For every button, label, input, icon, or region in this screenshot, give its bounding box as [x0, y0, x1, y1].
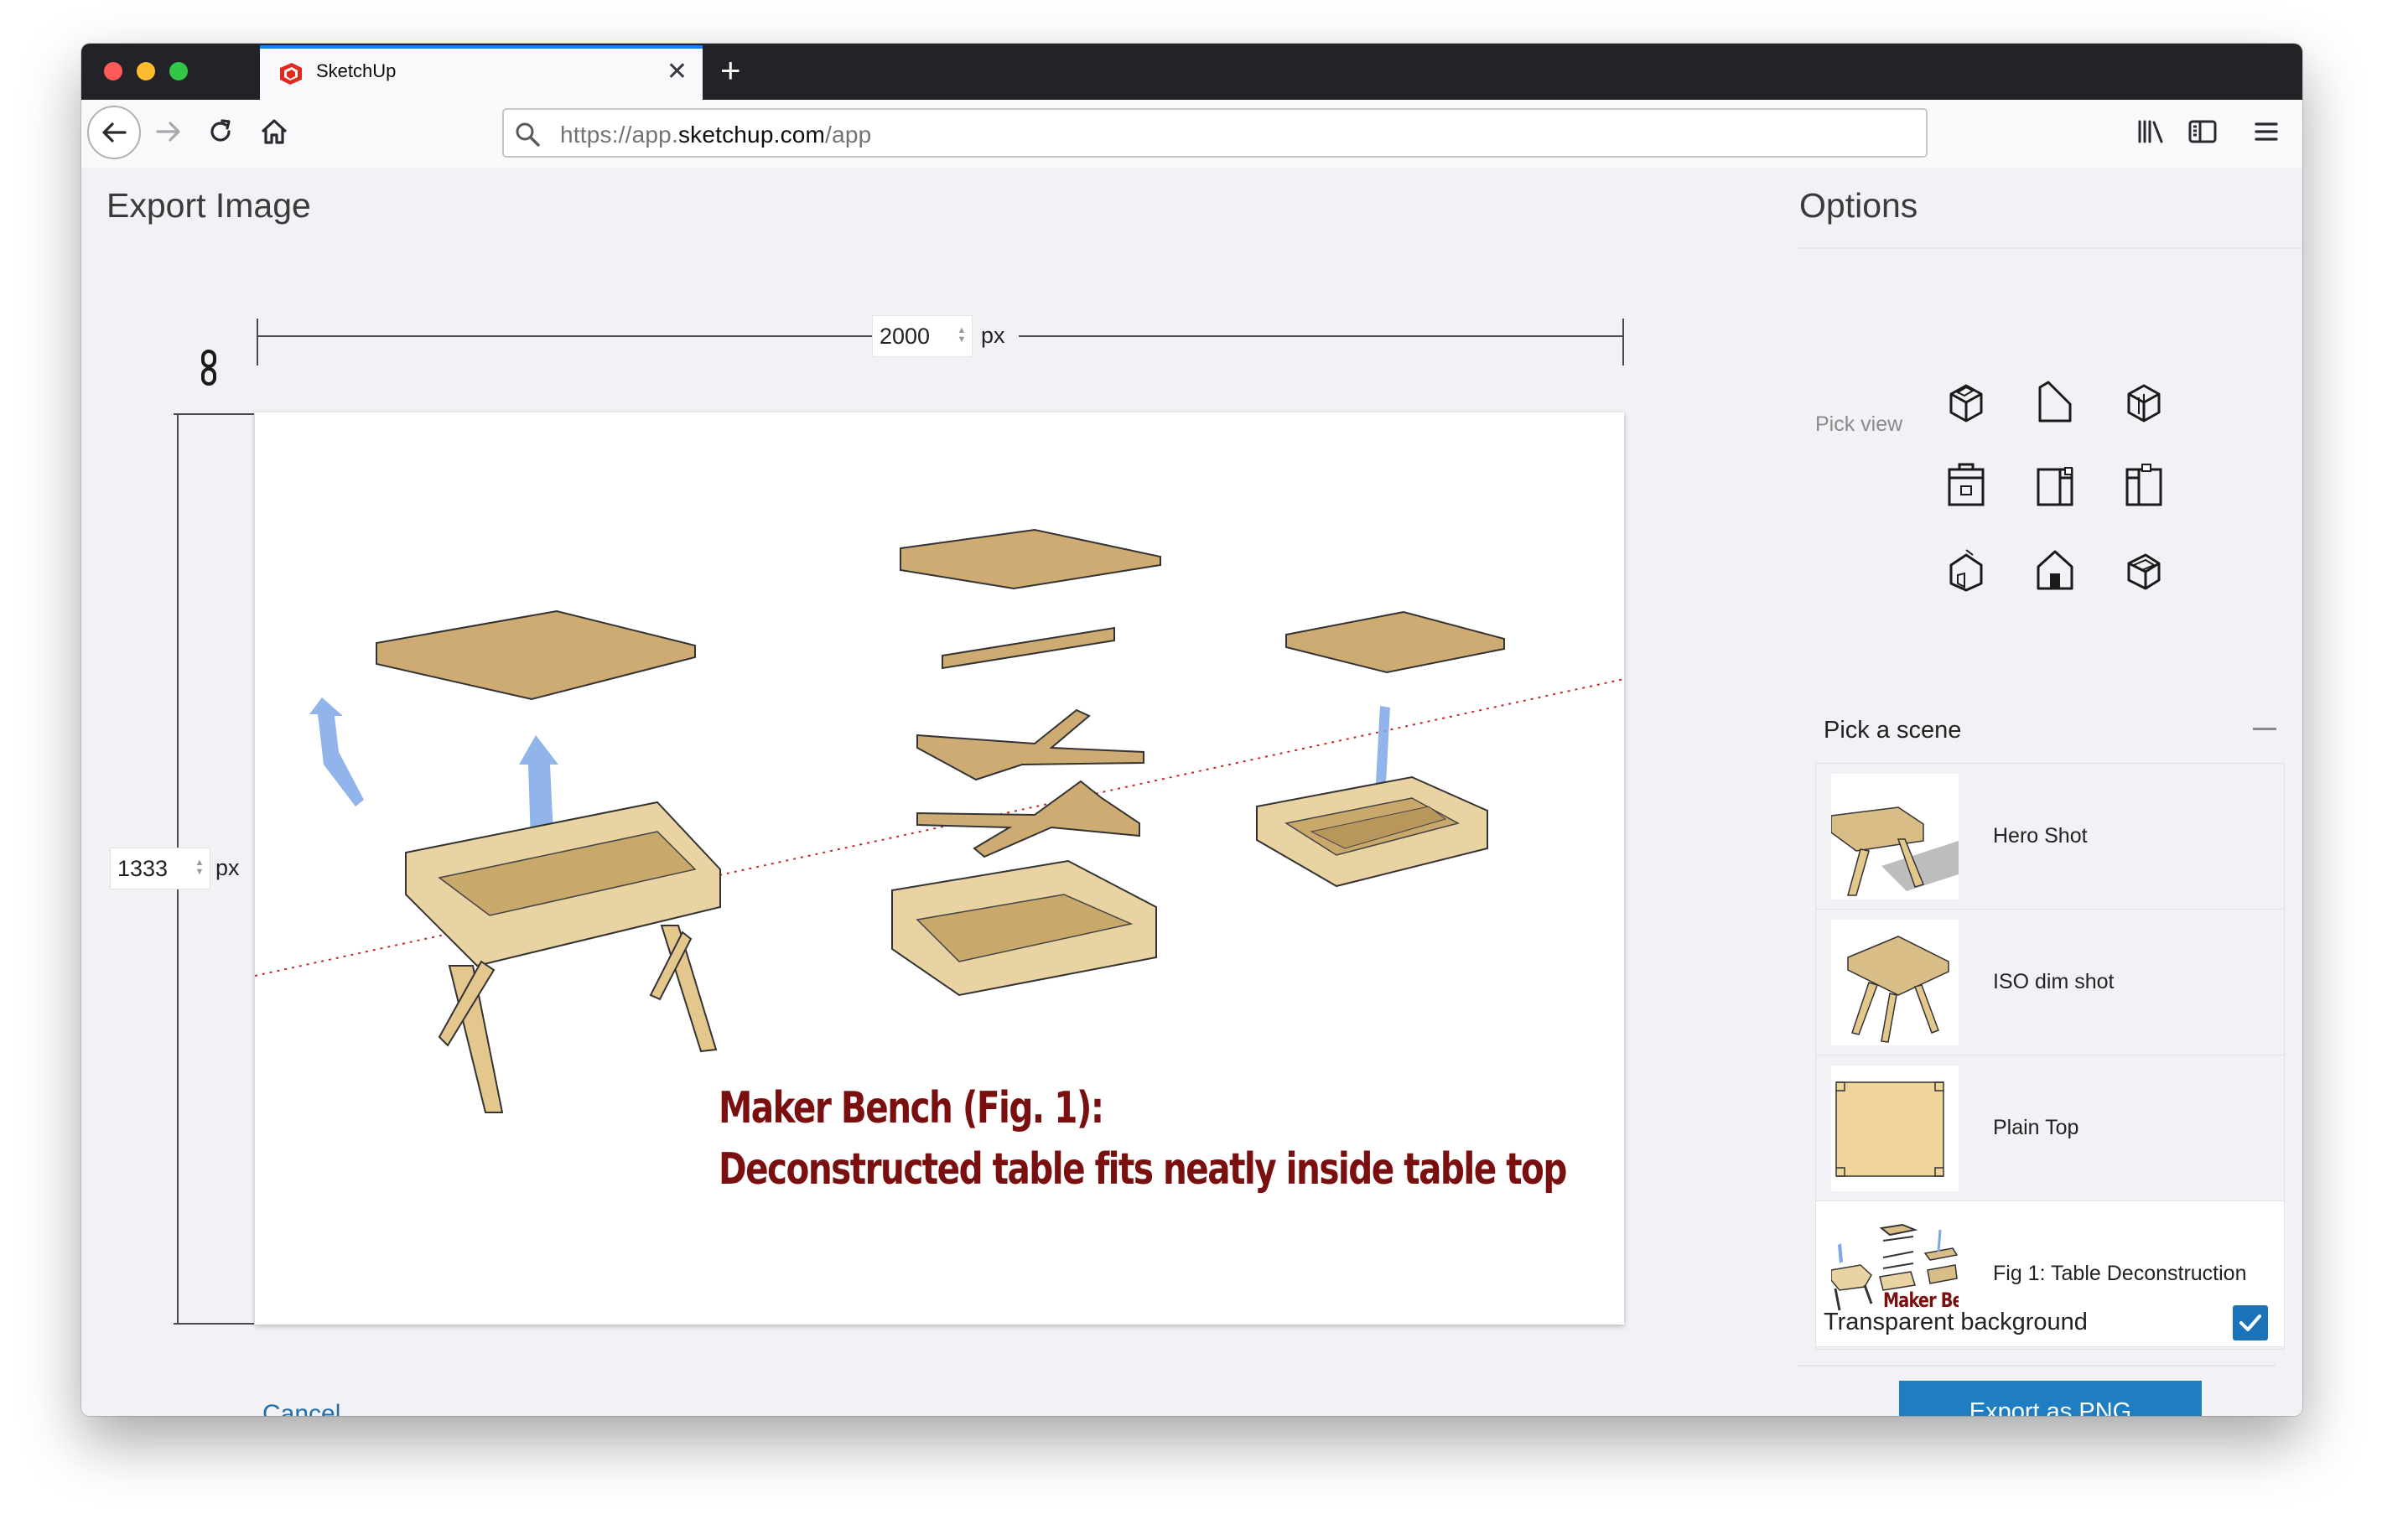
caption-line-1: Maker Bench (Fig. 1):	[719, 1083, 1104, 1133]
forward-button[interactable]	[145, 108, 192, 155]
export-preview-canvas: Maker Bench (Fig. 1): Deconstructed tabl…	[254, 412, 1625, 1325]
width-unit-box: px	[973, 315, 1019, 357]
scene-name: Hero Shot	[1993, 824, 2088, 848]
sketchup-page: Export Image Options 2000 ▲ ▼ px 1333 ▲ ▼ …	[81, 168, 2302, 1416]
perspective-view-icon	[2037, 550, 2073, 590]
width-tick-right	[1622, 319, 1624, 366]
options-bottom-divider	[1798, 1365, 2276, 1366]
scene-item-iso-dim-shot[interactable]: ISO dim shot	[1816, 910, 2284, 1055]
tab-title: SketchUp	[316, 60, 397, 81]
iso-view-button[interactable]	[1939, 374, 1993, 428]
height-stepper-icon[interactable]: ▲ ▼	[195, 858, 205, 879]
options-divider	[1798, 247, 2302, 249]
checkmark-icon	[2239, 1314, 2261, 1331]
url-text: https://app.sketchup.com/app	[560, 122, 871, 148]
menu-button[interactable]	[2243, 108, 2290, 155]
height-tick-bottom	[174, 1323, 254, 1325]
width-tick-left	[257, 319, 258, 366]
url-prefix: https://app.	[560, 122, 678, 148]
scene-thumbnail	[1831, 920, 1959, 1045]
new-tab-icon[interactable]: +	[720, 50, 741, 91]
sidebar-button[interactable]	[2179, 108, 2226, 155]
back-view-button[interactable]	[2028, 458, 2082, 511]
pick-scene-label: Pick a scene	[1824, 717, 1962, 744]
width-value: 2000	[880, 324, 931, 349]
bottom-view-icon	[1949, 549, 1983, 592]
axon-view-icon	[2127, 553, 2161, 590]
library-button[interactable]	[2127, 108, 2174, 155]
scene-thumbnail	[1831, 1066, 1959, 1191]
library-icon	[2138, 120, 2163, 143]
front-view-icon	[2127, 384, 2161, 423]
lock-ratio-icon[interactable]	[200, 349, 218, 387]
transparent-background-label: Transparent background	[1824, 1309, 2088, 1335]
scene-list: Hero Shot ISO dim shot Plain Top Maker B…	[1815, 763, 2285, 1350]
height-unit: px	[215, 855, 240, 880]
scene-name: Plain Top	[1993, 1116, 2079, 1139]
height-unit-box: px	[210, 848, 257, 889]
height-input[interactable]: 1333 ▲ ▼	[110, 848, 210, 889]
top-view-icon	[2038, 381, 2072, 423]
scene-name: Fig 1: Table Deconstruction	[1993, 1262, 2247, 1285]
height-value: 1333	[117, 856, 169, 881]
home-button[interactable]	[251, 108, 298, 155]
title-bar: SketchUp ✕ +	[81, 44, 2302, 100]
scene-thumbnail	[1831, 774, 1959, 900]
minimize-window-button[interactable]	[137, 62, 155, 80]
back-button[interactable]	[87, 106, 141, 159]
search-icon	[516, 122, 540, 147]
collapse-scenes-icon[interactable]	[2253, 728, 2276, 730]
width-unit: px	[981, 323, 1005, 348]
scene-name: ISO dim shot	[1993, 970, 2115, 993]
reload-icon	[210, 119, 231, 142]
pick-view-label: Pick view	[1815, 412, 1903, 436]
url-path: /app	[825, 122, 872, 148]
caption-line-2: Deconstructed table fits neatly inside t…	[719, 1144, 1567, 1195]
scene-item-plain-top[interactable]: Plain Top	[1816, 1055, 2284, 1201]
close-window-button[interactable]	[104, 62, 122, 80]
menu-icon	[2255, 122, 2278, 141]
left-view-icon	[2125, 464, 2162, 506]
browser-window: SketchUp ✕ + https://app.sketchup.com/ap…	[81, 44, 2302, 1416]
sketchup-logo-icon	[280, 63, 302, 85]
browser-toolbar: https://app.sketchup.com/app	[81, 100, 2302, 169]
height-tick-top	[174, 413, 254, 415]
tab-close-icon[interactable]: ✕	[667, 57, 688, 87]
front-view-button[interactable]	[2117, 374, 2171, 428]
width-stepper-icon[interactable]: ▲ ▼	[957, 326, 967, 346]
url-domain: sketchup.com	[677, 122, 826, 148]
top-view-button[interactable]	[2028, 374, 2082, 428]
reload-button[interactable]	[197, 108, 244, 155]
cancel-button[interactable]: Cancel	[262, 1400, 340, 1416]
options-title: Options	[1799, 186, 1918, 225]
back-icon	[102, 122, 127, 143]
right-view-button[interactable]	[1939, 458, 1993, 511]
browser-tab[interactable]: SketchUp ✕	[260, 45, 703, 100]
export-as-png-button[interactable]: Export as PNG	[1899, 1381, 2202, 1416]
home-icon	[261, 119, 288, 144]
bottom-view-button[interactable]	[1939, 542, 1993, 595]
left-view-button[interactable]	[2117, 458, 2171, 511]
width-input[interactable]: 2000 ▲ ▼	[872, 315, 973, 357]
perspective-view-button[interactable]	[2028, 542, 2082, 595]
iso-view-icon	[1949, 384, 1983, 423]
transparent-background-checkbox[interactable]	[2233, 1305, 2268, 1340]
export-image-title: Export Image	[106, 186, 311, 225]
maximize-window-button[interactable]	[169, 62, 188, 80]
sidebar-icon	[2188, 120, 2217, 143]
scene-item-hero-shot[interactable]: Hero Shot	[1816, 764, 2284, 910]
back-view-icon	[2037, 467, 2073, 506]
axon-view-button[interactable]	[2117, 542, 2171, 595]
forward-icon	[156, 122, 180, 142]
right-view-icon	[1948, 463, 1985, 506]
address-bar[interactable]: https://app.sketchup.com/app	[502, 108, 1928, 158]
